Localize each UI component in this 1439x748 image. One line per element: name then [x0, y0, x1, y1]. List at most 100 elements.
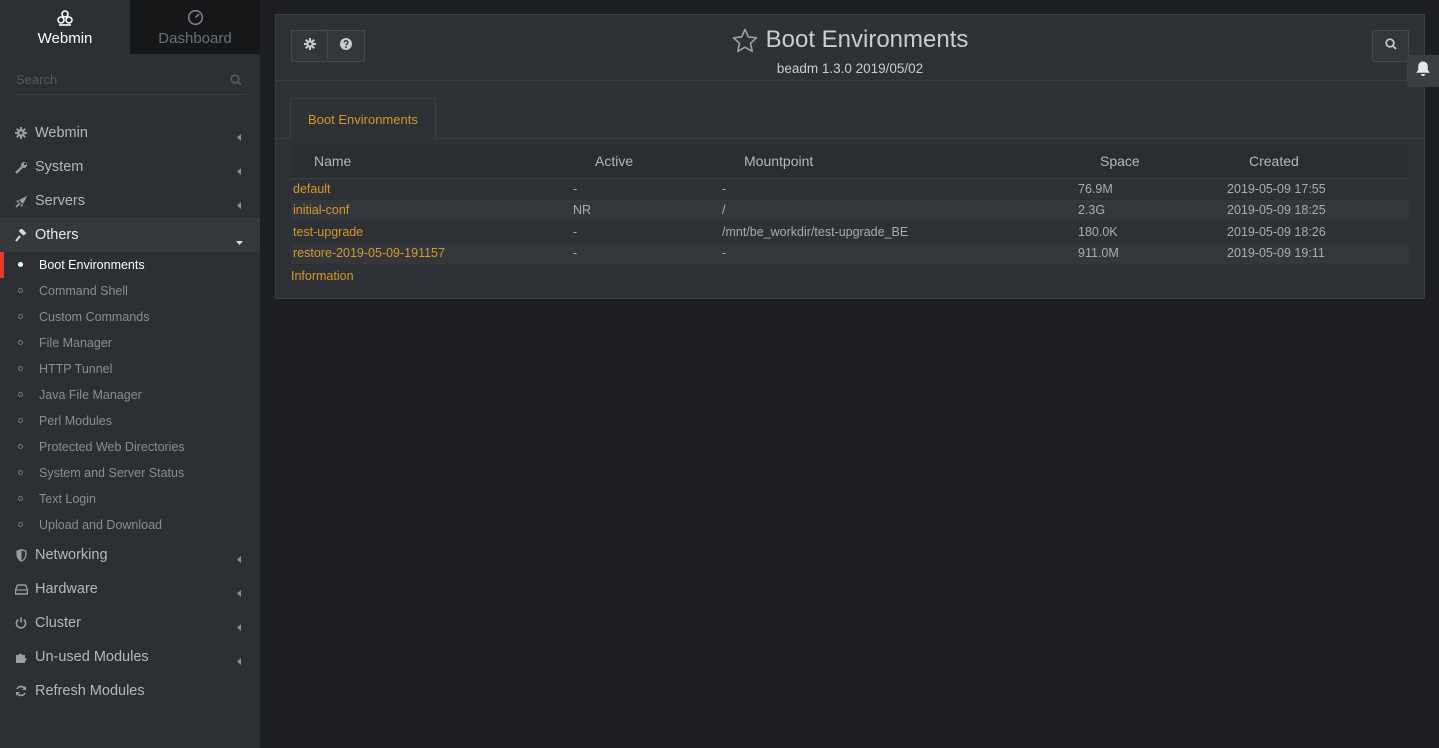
be-created: 2019-05-09 18:25 — [1227, 199, 1409, 222]
caret-left-icon — [237, 619, 241, 635]
caret-down-icon — [236, 233, 243, 249]
be-active: - — [573, 178, 722, 200]
page-subtitle: beadm 1.3.0 2019/05/02 — [776, 60, 924, 76]
sidebar-category-unused-modules[interactable]: Un-used Modules — [0, 640, 260, 674]
sidebar-item-http-tunnel[interactable]: HTTP Tunnel — [0, 356, 260, 382]
caret-left-icon — [237, 653, 241, 669]
sidebar-search — [14, 65, 246, 95]
bullet-icon — [18, 262, 23, 267]
page-title-block: Boot Environments beadm 1.3.0 2019/05/02 — [276, 26, 1424, 76]
sidebar-item-upload-and-download[interactable]: Upload and Download — [0, 512, 260, 538]
sidebar-category-networking[interactable]: Networking — [0, 538, 260, 572]
sidebar-item-label: Text Login — [39, 492, 96, 506]
power-icon — [14, 616, 28, 630]
star-outline-icon — [732, 28, 757, 52]
column-header-name[interactable]: Name — [291, 145, 573, 179]
sidebar-item-perl-modules[interactable]: Perl Modules — [0, 408, 260, 434]
column-header-created[interactable]: Created — [1227, 145, 1409, 179]
be-name-link[interactable]: default — [293, 182, 331, 196]
be-name-link[interactable]: test-upgrade — [293, 225, 363, 239]
sidebar-category-webmin[interactable]: Webmin — [0, 116, 260, 150]
main-panel: Boot Environments beadm 1.3.0 2019/05/02… — [275, 14, 1425, 299]
sidebar-top-tabs: Webmin Dashboard — [0, 0, 260, 54]
wrench-icon — [14, 160, 28, 174]
sidebar-category-label: Networking — [35, 547, 108, 563]
tab-dashboard[interactable]: Dashboard — [130, 0, 260, 54]
sidebar-item-label: Java File Manager — [39, 388, 142, 402]
webmin-logo-icon — [56, 8, 74, 28]
be-created: 2019-05-09 19:11 — [1227, 242, 1409, 265]
be-space: 2.3G — [1078, 199, 1227, 222]
be-name-link[interactable]: restore-2019-05-09-191157 — [293, 246, 445, 260]
sidebar-refresh-modules[interactable]: Refresh Modules — [0, 674, 260, 708]
sidebar-item-system-and-server-status[interactable]: System and Server Status — [0, 460, 260, 486]
bullet-icon — [18, 444, 23, 449]
gear-icon — [14, 126, 28, 140]
sidebar-category-label: Others — [35, 227, 79, 243]
column-header-mountpoint[interactable]: Mountpoint — [722, 145, 1078, 179]
sidebar-category-label: Cluster — [35, 615, 81, 631]
dashboard-gauge-icon — [187, 8, 204, 28]
table-row: test-upgrade - /mnt/be_workdir/test-upgr… — [291, 221, 1409, 243]
be-active: NR — [573, 199, 722, 222]
sidebar-category-label: System — [35, 159, 84, 175]
tab-dashboard-label: Dashboard — [158, 29, 232, 47]
sidebar-category-others[interactable]: Others — [0, 218, 260, 252]
bullet-icon — [18, 470, 23, 475]
table-row: default - - 76.9M 2019-05-09 17:55 — [291, 178, 1409, 200]
bullet-icon — [18, 496, 23, 501]
sidebar-category-label: Refresh Modules — [35, 683, 145, 699]
sidebar: Webmin Dashboard Webmin System — [0, 0, 260, 748]
sidebar-item-label: Custom Commands — [39, 310, 150, 324]
sidebar-item-java-file-manager[interactable]: Java File Manager — [0, 382, 260, 408]
be-created: 2019-05-09 17:55 — [1227, 178, 1409, 200]
sidebar-item-label: Boot Environments — [39, 258, 145, 272]
sidebar-category-label: Servers — [35, 193, 85, 209]
bullet-icon — [18, 366, 23, 371]
sidebar-category-label: Webmin — [35, 125, 88, 141]
be-space: 180.0K — [1078, 221, 1227, 243]
boot-environments-table: Name Active Mountpoint Space Created def… — [291, 145, 1409, 265]
sidebar-item-label: File Manager — [39, 336, 112, 350]
sidebar-category-cluster[interactable]: Cluster — [0, 606, 260, 640]
column-header-space[interactable]: Space — [1078, 145, 1227, 179]
tab-webmin[interactable]: Webmin — [0, 0, 130, 54]
sidebar-item-label: System and Server Status — [39, 466, 185, 480]
search-icon — [1384, 37, 1397, 55]
sidebar-category-hardware[interactable]: Hardware — [0, 572, 260, 606]
sidebar-item-label: Perl Modules — [39, 414, 112, 428]
panel-header: Boot Environments beadm 1.3.0 2019/05/02 — [276, 15, 1424, 81]
sidebar-search-input[interactable] — [14, 65, 246, 93]
sidebar-category-servers[interactable]: Servers — [0, 184, 260, 218]
sidebar-item-command-shell[interactable]: Command Shell — [0, 278, 260, 304]
bullet-icon — [18, 522, 23, 527]
sidebar-category-system[interactable]: System — [0, 150, 260, 184]
refresh-icon — [14, 684, 28, 698]
sidebar-item-boot-environments[interactable]: Boot Environments — [0, 252, 260, 278]
information-link[interactable]: Information — [291, 269, 354, 283]
bullet-icon — [18, 288, 23, 293]
be-active: - — [573, 221, 722, 243]
sidebar-item-protected-web-directories[interactable]: Protected Web Directories — [0, 434, 260, 460]
be-mountpoint: - — [722, 242, 1078, 265]
sidebar-item-text-login[interactable]: Text Login — [0, 486, 260, 512]
caret-left-icon — [237, 585, 241, 601]
bell-icon — [1415, 60, 1431, 82]
sidebar-item-file-manager[interactable]: File Manager — [0, 330, 260, 356]
bullet-icon — [18, 314, 23, 319]
tab-webmin-label: Webmin — [37, 29, 93, 47]
tab-boot-environments[interactable]: Boot Environments — [290, 98, 436, 140]
sidebar-item-custom-commands[interactable]: Custom Commands — [0, 304, 260, 330]
caret-left-icon — [237, 163, 241, 179]
be-active: - — [573, 242, 722, 265]
be-space: 911.0M — [1078, 242, 1227, 265]
rocket-icon — [14, 194, 28, 208]
be-name-link[interactable]: initial-conf — [293, 203, 349, 217]
sidebar-category-label: Hardware — [35, 581, 98, 597]
favorite-star-button[interactable] — [732, 28, 758, 53]
notifications-button[interactable] — [1407, 55, 1439, 87]
column-header-active[interactable]: Active — [573, 145, 722, 179]
sidebar-menu: Webmin System Servers Others Boot Enviro… — [0, 116, 260, 708]
search-button[interactable] — [1372, 30, 1409, 62]
sidebar-item-label: Command Shell — [39, 284, 128, 298]
